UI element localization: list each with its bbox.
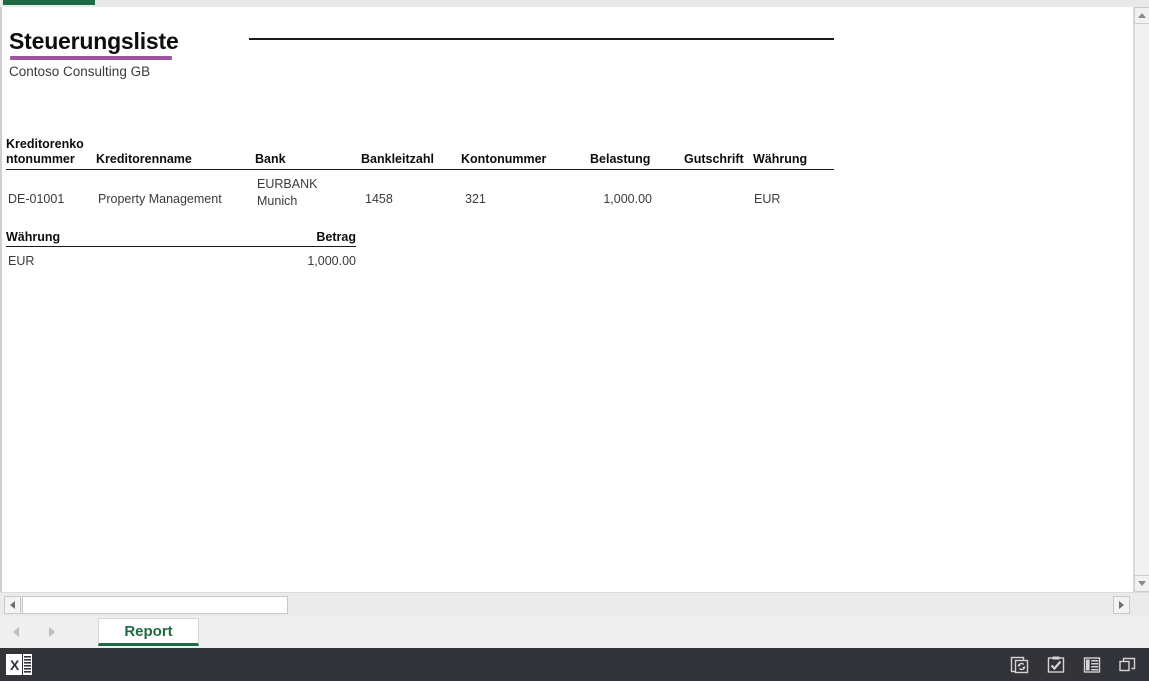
- excel-report-viewer: Steuerungsliste Contoso Consulting GB Kr…: [0, 0, 1149, 681]
- summary-column-header-betrag: Betrag: [316, 230, 356, 244]
- chevron-up-icon: [1138, 13, 1146, 18]
- summary-cell-betrag: 1,000.00: [307, 254, 356, 268]
- detail-table-header-row: Kreditorenko ntonummer Kreditorenname Ban…: [6, 137, 834, 170]
- clipboard-check-icon[interactable]: [1045, 654, 1067, 676]
- report-viewport: Steuerungsliste Contoso Consulting GB Kr…: [0, 7, 1133, 592]
- sheet-tab-strip: Report: [0, 616, 1149, 648]
- horizontal-scrollbar[interactable]: [0, 592, 1149, 616]
- horizontal-scroll-thumb[interactable]: [22, 596, 288, 614]
- col-head-line-1: Kreditorenko: [6, 137, 84, 151]
- restore-window-icon[interactable]: [1117, 654, 1139, 676]
- sheet-tab-report[interactable]: Report: [98, 618, 199, 646]
- sheet-navigation: [6, 622, 62, 642]
- column-header-kreditorenname: Kreditorenname: [96, 152, 192, 166]
- column-header-gutschrift: Gutschrift: [684, 152, 744, 166]
- active-tab-accent: [3, 0, 95, 5]
- detail-table: Kreditorenko ntonummer Kreditorenname Ban…: [6, 137, 834, 216]
- column-header-bank: Bank: [255, 152, 286, 166]
- column-header-bankleitzahl: Bankleitzahl: [361, 152, 434, 166]
- cell-kontonummer: 321: [465, 192, 486, 206]
- summary-column-header-waehrung: Währung: [6, 230, 61, 244]
- scroll-left-button[interactable]: [4, 596, 21, 614]
- page-title: Steuerungsliste: [9, 28, 179, 54]
- svg-text:X: X: [10, 657, 20, 673]
- scroll-up-button[interactable]: [1134, 7, 1149, 24]
- title-underline-rule: [10, 56, 172, 60]
- summary-table: Währung Betrag EUR 1,000.00: [6, 229, 356, 273]
- excel-icon[interactable]: X: [6, 653, 33, 676]
- refresh-icon[interactable]: [1009, 654, 1031, 676]
- scroll-right-button[interactable]: [1113, 596, 1130, 614]
- table-row: DE-01001 Property Management EURBANK Mun…: [6, 170, 834, 216]
- chevron-down-icon: [1138, 581, 1146, 586]
- header-rule-overlay: [249, 38, 834, 40]
- page-subtitle: Contoso Consulting GB: [9, 64, 151, 79]
- chevron-right-icon: [1119, 601, 1124, 609]
- summary-table-header-row: Währung Betrag: [6, 229, 356, 247]
- column-header-belastung: Belastung: [590, 152, 651, 166]
- triangle-right-icon: [49, 627, 55, 637]
- report-page: Steuerungsliste Contoso Consulting GB Kr…: [2, 7, 1133, 592]
- column-header-kreditorenkontonummer: Kreditorenko ntonummer: [6, 137, 94, 166]
- cell-belastung: 1,000.00: [603, 192, 652, 206]
- column-header-kontonummer: Kontonummer: [461, 152, 547, 166]
- scroll-down-button[interactable]: [1134, 575, 1149, 592]
- vertical-scroll-track[interactable]: [1134, 24, 1149, 575]
- next-sheet-button[interactable]: [42, 622, 62, 642]
- cell-kreditorenname: Property Management: [98, 192, 222, 206]
- chevron-left-icon: [10, 601, 15, 609]
- summary-cell-waehrung: EUR: [8, 254, 35, 268]
- scrollbar-corner: [1133, 0, 1149, 7]
- reading-view-icon[interactable]: [1081, 654, 1103, 676]
- previous-sheet-button[interactable]: [6, 622, 26, 642]
- cell-waehrung: EUR: [754, 192, 781, 206]
- cell-bank: EURBANK Munich: [257, 177, 318, 208]
- vertical-scrollbar[interactable]: [1133, 7, 1149, 592]
- triangle-left-icon: [13, 627, 19, 637]
- status-bar-icons: [1009, 648, 1139, 681]
- cell-bankleitzahl: 1458: [365, 192, 393, 206]
- col-head-line-2: ntonummer: [6, 152, 75, 166]
- cell-kreditorenkontonummer: DE-01001: [8, 192, 65, 206]
- column-header-waehrung: Währung: [753, 152, 808, 166]
- summary-table-row: EUR 1,000.00: [6, 247, 356, 273]
- top-accent-strip: [0, 0, 1133, 7]
- status-bar: X: [0, 648, 1149, 681]
